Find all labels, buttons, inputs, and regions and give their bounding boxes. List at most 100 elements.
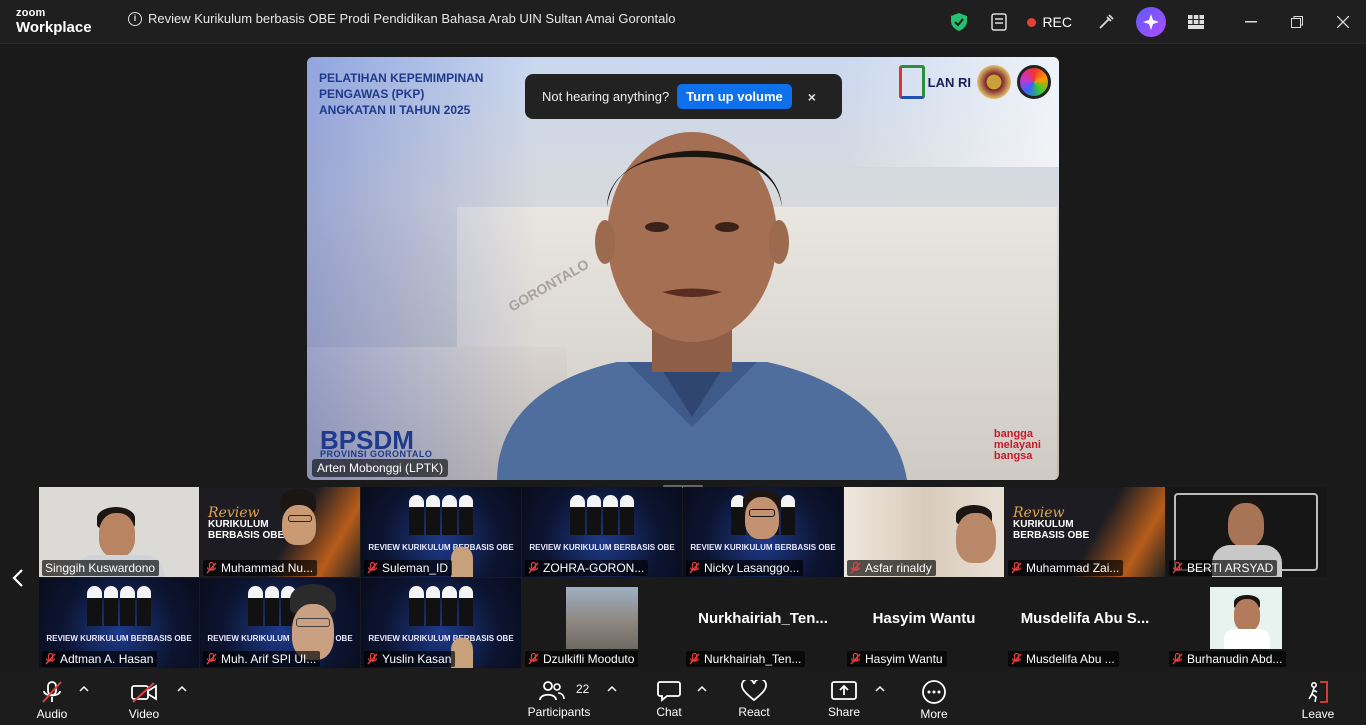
- mic-muted-icon: [206, 562, 217, 574]
- participant-tile[interactable]: REVIEW KURIKULUM BERBASIS OBE Nicky Lasan…: [683, 487, 843, 577]
- minimize-button[interactable]: [1228, 0, 1274, 44]
- participant-tile[interactable]: Burhanudin Abd...: [1166, 578, 1326, 668]
- participants-count: 22: [576, 682, 590, 696]
- face: [745, 497, 779, 539]
- participant-name: Hasyim Wantu: [865, 652, 943, 666]
- banner-line2: PENGAWAS (PKP): [319, 87, 425, 101]
- poster-text: REVIEW KURIKULUM BERBASIS OBE: [368, 543, 514, 552]
- glasses-icon: [749, 509, 775, 517]
- participant-tile[interactable]: REVIEW KURIKULUM BERBASIS OBE Suleman_ID: [361, 487, 521, 577]
- participant-name-label: Muhammad Zai...: [1008, 560, 1124, 576]
- chat-button[interactable]: Chat: [649, 669, 689, 725]
- participant-tile[interactable]: Review KURIKULUM BERBASIS OBE Muhammad Nu..…: [200, 487, 360, 577]
- chat-caret-icon[interactable]: [697, 685, 707, 693]
- participants-button[interactable]: Participants: [522, 669, 596, 725]
- profile-photo: [1210, 587, 1282, 649]
- meeting-info[interactable]: i Review Kurikulum berbasis OBE Prodi Pe…: [128, 11, 676, 26]
- participant-tile[interactable]: Musdelifa Abu S... Musdelifa Abu ...: [1005, 578, 1165, 668]
- recording-indicator[interactable]: REC: [1027, 14, 1072, 30]
- toast-message: Not hearing anything?: [542, 89, 670, 104]
- participant-tile[interactable]: Asfar rinaldy: [844, 487, 1004, 577]
- participant-tile[interactable]: REVIEW KURIKULUM BERBASIS OBE Yuslin Kasa…: [361, 578, 521, 668]
- mic-muted-icon: [367, 562, 378, 574]
- react-button[interactable]: React: [732, 669, 776, 725]
- slogan-line3: bangsa: [993, 450, 1033, 462]
- participant-tile[interactable]: REVIEW KURIKULUM BERBASIS OBE ZOHRA-GORON…: [522, 487, 682, 577]
- active-speaker-video[interactable]: GORONTALO PELATIHAN KEPEMIMPINAN PENGAWA…: [307, 57, 1059, 480]
- participant-tile[interactable]: BERTI ARSYAD: [1166, 487, 1326, 577]
- restore-button[interactable]: [1274, 0, 1320, 44]
- brand-line1: zoom: [16, 7, 46, 19]
- ai-companion-icon[interactable]: [1136, 7, 1166, 37]
- training-banner: PELATIHAN KEPEMIMPINAN PENGAWAS (PKP) AN…: [319, 70, 483, 118]
- participant-name: BERTI ARSYAD: [1187, 561, 1274, 575]
- participant-name: Suleman_ID: [382, 561, 449, 575]
- mic-muted-icon: [206, 653, 217, 665]
- participant-name-label: Singgih Kuswardono: [42, 560, 160, 576]
- toast-close-icon[interactable]: ×: [808, 89, 816, 105]
- participant-name-label: Musdelifa Abu ...: [1008, 651, 1119, 667]
- participant-name-label: Adtman A. Hasan: [42, 651, 158, 667]
- leave-button[interactable]: Leave: [1296, 669, 1340, 725]
- participant-name: Yuslin Kasan: [382, 652, 452, 666]
- share-caret-icon[interactable]: [875, 685, 885, 693]
- apps-grid-icon[interactable]: [1180, 6, 1212, 38]
- province-seal-icon: [977, 65, 1011, 99]
- shield-icon[interactable]: [943, 6, 975, 38]
- annotate-icon[interactable]: [1090, 6, 1122, 38]
- participant-tile[interactable]: REVIEW KURIKULUM BERBASIS OBE Muh. Arif S…: [200, 578, 360, 668]
- participants-label: Participants: [527, 705, 591, 719]
- leave-label: Leave: [1301, 707, 1335, 721]
- bpsdm-sub-text: PROVINSI GORONTALO: [320, 449, 433, 459]
- speaker-person: [497, 132, 907, 480]
- participant-tile[interactable]: Nurkhairiah_Ten... Nurkhairiah_Ten...: [683, 578, 843, 668]
- mic-muted-icon: [850, 562, 861, 574]
- gallery-prev-button[interactable]: [8, 565, 28, 591]
- video-options-caret-icon[interactable]: [177, 685, 187, 693]
- audio-options-caret-icon[interactable]: [79, 685, 89, 693]
- face: [1228, 503, 1264, 547]
- mic-muted-icon: [367, 653, 378, 665]
- rec-label: REC: [1042, 14, 1072, 30]
- slogan: bangga melayani bangsa: [994, 429, 1041, 462]
- participant-name: Dzulkifli Mooduto: [543, 652, 635, 666]
- close-window-button[interactable]: [1320, 0, 1366, 44]
- mic-muted-icon: [689, 562, 700, 574]
- participant-name-label: Asfar rinaldy: [847, 560, 936, 576]
- face: [956, 513, 996, 563]
- meeting-title: Review Kurikulum berbasis OBE Prodi Pend…: [148, 11, 676, 26]
- notes-icon[interactable]: [983, 6, 1015, 38]
- mic-muted-icon: [1011, 653, 1022, 665]
- video-off-icon: [131, 682, 157, 703]
- participants-caret-icon[interactable]: [607, 685, 617, 693]
- glasses-icon: [296, 618, 330, 627]
- audio-button[interactable]: Audio: [30, 669, 74, 725]
- poster-text: REVIEW KURIKULUM BERBASIS OBE: [368, 634, 514, 643]
- turn-up-volume-button[interactable]: Turn up volume: [677, 84, 792, 109]
- participant-tile[interactable]: REVIEW KURIKULUM BERBASIS OBE Adtman A. H…: [39, 578, 199, 668]
- participant-name: Musdelifa Abu ...: [1026, 652, 1115, 666]
- lan-ri-text: LAN RI: [927, 74, 971, 90]
- more-icon: [922, 680, 946, 704]
- participants-icon: [539, 681, 565, 701]
- info-icon[interactable]: i: [128, 11, 142, 26]
- face: [99, 513, 135, 557]
- participant-name-label: Suleman_ID: [364, 560, 453, 576]
- more-button[interactable]: More: [912, 669, 956, 725]
- participant-tile[interactable]: Singgih Kuswardono: [39, 487, 199, 577]
- participant-name-label: Burhanudin Abd...: [1169, 651, 1287, 667]
- meeting-toolbar: Audio Video Participants 22 Chat React S…: [0, 669, 1366, 725]
- mic-off-icon: [42, 681, 62, 703]
- glasses-icon: [288, 515, 312, 522]
- banner-line3: ANGKATAN II TAHUN 2025: [319, 103, 471, 117]
- audio-toast: Not hearing anything? Turn up volume ×: [525, 74, 842, 119]
- lan-ri-logo: LAN RI: [898, 65, 971, 99]
- video-button[interactable]: Video: [122, 669, 166, 725]
- share-screen-icon: [831, 681, 857, 700]
- participant-tile[interactable]: Hasyim Wantu Hasyim Wantu: [844, 578, 1004, 668]
- participant-name: Adtman A. Hasan: [60, 652, 154, 666]
- participant-name-label: Hasyim Wantu: [847, 651, 947, 667]
- participant-tile[interactable]: Review KURIKULUM BERBASIS OBE Muhammad Zai.…: [1005, 487, 1165, 577]
- participant-tile[interactable]: Dzulkifli Mooduto: [522, 578, 682, 668]
- share-button[interactable]: Share: [822, 669, 866, 725]
